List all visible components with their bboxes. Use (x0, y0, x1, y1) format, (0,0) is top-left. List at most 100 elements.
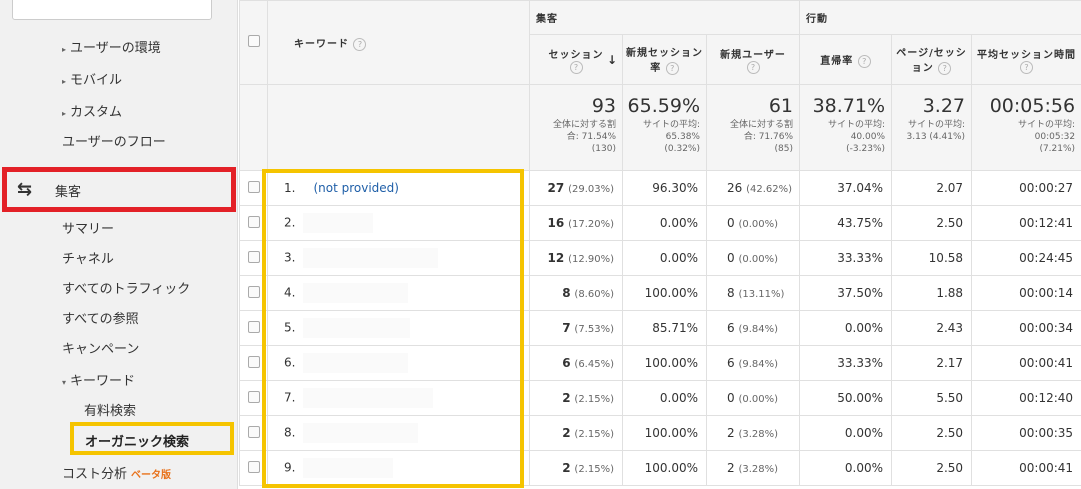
sidebar-item-overview[interactable]: サマリー (62, 218, 114, 237)
new-users-pct: (0.00%) (738, 394, 779, 405)
summary-value: 38.71% (812, 95, 886, 117)
avg-duration-cell: 00:12:41 (971, 205, 1081, 241)
sessions-cell: 8 (8.60%) (529, 275, 623, 311)
sidebar-item-all-traffic[interactable]: すべてのトラフィック (62, 278, 190, 297)
new-users-value: 0 (727, 391, 735, 405)
table-row[interactable]: 8. 2 (2.15%) 100.00% 2 (3.28%) 0.00% 2.50 00:0… (239, 415, 1081, 451)
help-icon[interactable]: ? (665, 62, 679, 75)
beta-badge: ベータ版 (131, 470, 172, 481)
col-new-users[interactable]: 新規ユーザー? (705, 34, 801, 85)
row-select-cell (239, 450, 268, 486)
redacted-keyword (303, 423, 419, 443)
sidebar-item-paid[interactable]: 有料検索 (84, 400, 136, 419)
col-avg-session-duration[interactable]: 平均セッション時間 ? (971, 34, 1081, 85)
row-checkbox[interactable] (247, 285, 260, 298)
sidebar-item-acquisition[interactable]: ⇆ 集客 (2, 167, 236, 212)
row-checkbox[interactable] (247, 180, 260, 193)
select-all-checkbox[interactable] (247, 35, 260, 47)
col-bounce-rate[interactable]: 直帰率 ? (799, 34, 893, 85)
table-row[interactable]: 1. (not provided) 27 (29.03%) 96.30% 26 (42.… (239, 170, 1081, 206)
pages-per-session-cell: 2.43 (891, 310, 973, 346)
bounce-rate-cell: 0.00% (799, 415, 893, 451)
sidebar-item-custom[interactable]: ▸ カスタム (62, 101, 122, 120)
sidebar-item-keywords[interactable]: ▾ キーワード (62, 370, 135, 389)
row-index: 7. (284, 390, 296, 405)
col-new-session-rate[interactable]: 新規セッション率 ? (622, 34, 707, 85)
report-table-area: キーワード ? 集客 行動 セッション? ↓ 新規セッション率 ? 新規ユーザー… (239, 0, 1081, 489)
help-icon[interactable]: ? (938, 62, 952, 75)
summary-sub: サイトの平均: 3.13 (4.41%) (906, 120, 966, 142)
expand-icon: ▸ (62, 45, 67, 54)
row-index: 9. (284, 460, 296, 475)
collapse-icon: ▾ (62, 378, 67, 387)
sessions-value: 27 (547, 181, 565, 195)
avg-duration-cell: 00:00:35 (971, 415, 1081, 451)
avg-duration-cell: 00:00:34 (971, 310, 1081, 346)
col-label: セッション (548, 49, 604, 61)
summary-pages-per-session: 3.27 サイトの平均: 3.13 (4.41%) (891, 84, 973, 171)
sessions-pct: (17.20%) (568, 219, 614, 230)
row-checkbox[interactable] (247, 425, 260, 438)
bounce-rate-cell: 37.50% (799, 275, 893, 311)
sidebar-item-channels[interactable]: チャネル (62, 248, 114, 267)
keyword-header-label: キーワード (294, 38, 349, 50)
avg-duration-cell: 00:00:27 (971, 170, 1081, 206)
row-checkbox[interactable] (247, 215, 260, 228)
sidebar-top-box[interactable] (12, 0, 212, 20)
sessions-cell: 2 (2.15%) (529, 415, 623, 451)
sidebar-item-all-referrals[interactable]: すべての参照 (62, 308, 139, 327)
redacted-keyword (303, 318, 411, 338)
new-users-value: 2 (727, 461, 735, 475)
sessions-value: 6 (562, 356, 571, 370)
table-row[interactable]: 2. 16 (17.20%) 0.00% 0 (0.00%) 43.75% 2.50 00:… (239, 205, 1081, 241)
new-session-rate-cell: 0.00% (622, 380, 707, 416)
sidebar-item-user-env[interactable]: ▸ ユーザーの環境 (62, 37, 161, 56)
table-row[interactable]: 3. 12 (12.90%) 0.00% 0 (0.00%) 33.33% 10.58 00… (239, 240, 1081, 276)
sidebar-item-mobile[interactable]: ▸ モバイル (62, 69, 122, 88)
row-checkbox[interactable] (247, 390, 260, 403)
row-checkbox[interactable] (247, 320, 260, 333)
bounce-rate-cell: 33.33% (799, 240, 893, 276)
expand-icon: ▸ (62, 77, 67, 86)
acquisition-arrows-icon: ⇆ (17, 179, 33, 200)
summary-sub: サイトの平均: 00:05:32 (7.21%) (1018, 120, 1076, 154)
col-pages-per-session[interactable]: ページ/セッション ? (891, 34, 973, 85)
table-row[interactable]: 4. 8 (8.60%) 100.00% 8 (13.11%) 37.50% 1.88 00… (239, 275, 1081, 311)
bounce-rate-cell: 0.00% (799, 310, 893, 346)
sidebar-item-campaigns[interactable]: キャンペーン (62, 338, 139, 357)
help-icon[interactable]: ? (353, 37, 367, 51)
summary-sub: 全体に対する割 合: 71.76% (85) (730, 120, 794, 154)
keyword-link[interactable]: (not provided) (313, 181, 399, 195)
sessions-pct: (2.15%) (574, 464, 614, 475)
row-checkbox[interactable] (247, 250, 260, 263)
keyword-cell: 8. (267, 415, 530, 451)
row-checkbox[interactable] (247, 355, 260, 368)
row-index: 6. (284, 355, 296, 370)
keyword-header[interactable]: キーワード ? (267, 0, 530, 85)
help-icon[interactable]: ? (746, 60, 760, 74)
sidebar-item-cost-analysis[interactable]: コスト分析 ベータ版 (62, 463, 171, 482)
select-all-cell (239, 0, 268, 85)
help-icon[interactable]: ? (1020, 60, 1034, 74)
help-icon[interactable]: ? (569, 60, 583, 74)
sessions-value: 16 (547, 216, 565, 230)
table-row[interactable]: 6. 6 (6.45%) 100.00% 6 (9.84%) 33.33% 2.17 00:… (239, 345, 1081, 381)
avg-duration-cell: 00:24:45 (971, 240, 1081, 276)
redacted-keyword (303, 213, 374, 233)
new-users-value: 0 (727, 251, 735, 265)
table-row[interactable]: 5. 7 (7.53%) 85.71% 6 (9.84%) 0.00% 2.43 00:00… (239, 310, 1081, 346)
sidebar-item-user-flow[interactable]: ユーザーのフロー (62, 131, 166, 150)
table-row[interactable]: 9. 2 (2.15%) 100.00% 2 (3.28%) 0.00% 2.50 00:0… (239, 450, 1081, 486)
row-select-cell (239, 380, 268, 416)
row-index: 1. (284, 181, 296, 195)
table-row[interactable]: 7. 2 (2.15%) 0.00% 0 (0.00%) 50.00% 5.50 00:12… (239, 380, 1081, 416)
pages-per-session-cell: 2.50 (891, 450, 973, 486)
summary-sessions: 93 全体に対する割 合: 71.54% (130) (529, 84, 623, 171)
help-icon[interactable]: ? (857, 54, 871, 68)
col-sessions[interactable]: セッション? ↓ (529, 34, 623, 85)
new-users-value: 26 (727, 181, 743, 195)
new-users-pct: (0.00%) (738, 219, 779, 230)
sidebar-item-organic[interactable]: オーガニック検索 (70, 422, 234, 455)
row-checkbox[interactable] (247, 460, 260, 473)
sessions-cell: 2 (2.15%) (529, 380, 623, 416)
